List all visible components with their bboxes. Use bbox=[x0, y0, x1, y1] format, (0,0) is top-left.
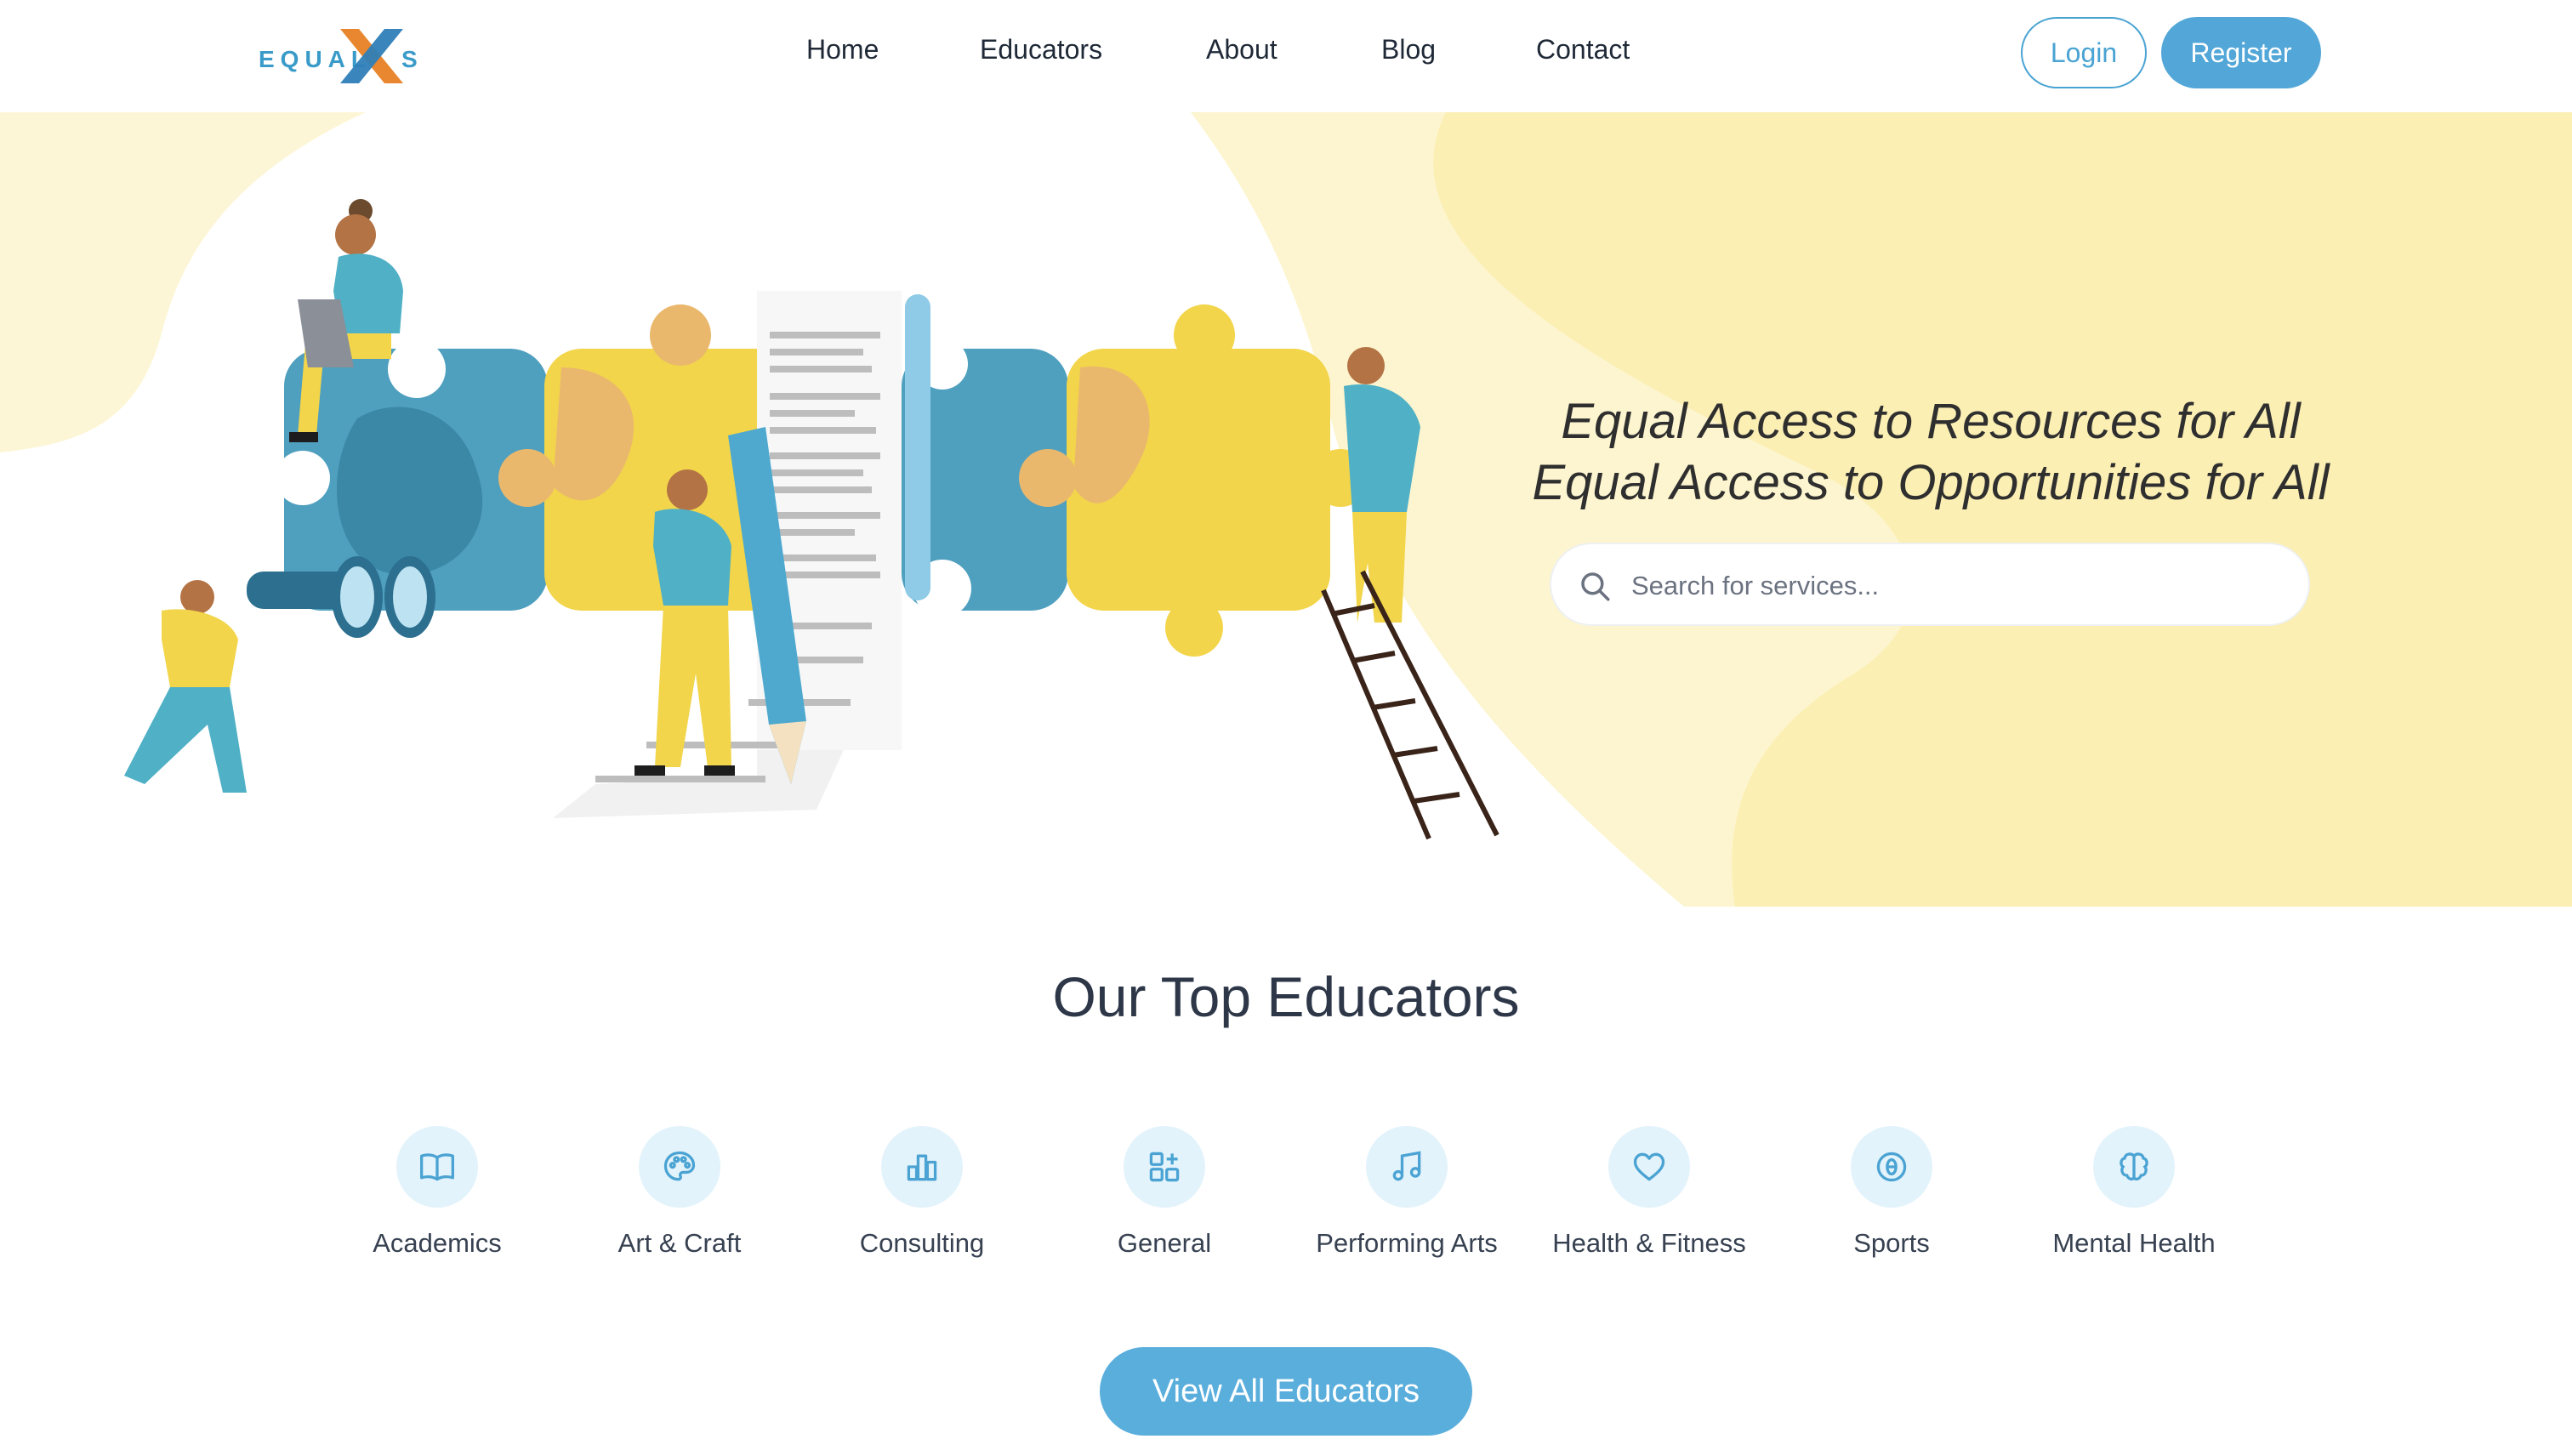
ball-icon bbox=[1876, 1152, 1907, 1182]
nav-about[interactable]: About bbox=[1206, 34, 1277, 65]
nav-home[interactable]: Home bbox=[806, 34, 879, 65]
tagline-opportunities: Equal Access to Opportunities for All bbox=[1532, 455, 2330, 510]
service-search-bar bbox=[1550, 543, 2310, 626]
category-academics[interactable]: Academics bbox=[327, 1126, 548, 1279]
search-icon[interactable] bbox=[1577, 568, 1613, 604]
category-label: Health & Fitness bbox=[1552, 1228, 1746, 1258]
tagline-resources: Equal Access to Resources for All bbox=[1561, 394, 2301, 449]
search-input[interactable] bbox=[1631, 556, 2278, 616]
category-mental-health[interactable]: Mental Health bbox=[2023, 1126, 2245, 1279]
view-all-educators-button[interactable]: View All Educators bbox=[1100, 1347, 1472, 1436]
category-general[interactable]: General bbox=[1054, 1126, 1275, 1279]
category-health-fitness[interactable]: Health & Fitness bbox=[1539, 1126, 1760, 1279]
brain-icon bbox=[2120, 1152, 2148, 1181]
category-consulting[interactable]: Consulting bbox=[811, 1126, 1033, 1279]
puzzle-teamwork-illustration bbox=[124, 199, 1499, 840]
category-label: Art & Craft bbox=[617, 1228, 742, 1258]
heart-icon bbox=[1633, 1152, 1665, 1181]
bar-chart-icon bbox=[907, 1154, 937, 1181]
category-label: Sports bbox=[1853, 1228, 1930, 1258]
category-label: Mental Health bbox=[2052, 1228, 2216, 1258]
grid-plus-icon bbox=[1149, 1152, 1180, 1182]
hero-section: Equal Access to Resources for All Equal … bbox=[0, 112, 2572, 907]
book-icon bbox=[420, 1153, 454, 1181]
category-label: Academics bbox=[373, 1228, 502, 1258]
category-label: Performing Arts bbox=[1316, 1228, 1498, 1258]
nav-educators[interactable]: Educators bbox=[980, 34, 1102, 65]
category-label: Consulting bbox=[859, 1228, 985, 1258]
category-sports[interactable]: Sports bbox=[1781, 1126, 2002, 1279]
nav-blog[interactable]: Blog bbox=[1381, 34, 1436, 65]
music-note-icon bbox=[1392, 1151, 1421, 1181]
top-educators-heading: Our Top Educators bbox=[1052, 965, 1520, 1028]
man-with-binoculars bbox=[124, 556, 435, 793]
category-art-craft[interactable]: Art & Craft bbox=[569, 1126, 790, 1279]
educator-categories: Academics Art & Craft Consulting General bbox=[0, 1126, 2572, 1279]
login-button[interactable]: Login bbox=[2021, 17, 2147, 88]
top-navbar: EQUAL S Home Educators About Blog Contac… bbox=[0, 0, 2572, 112]
category-label: General bbox=[1117, 1228, 1212, 1258]
category-performing-arts[interactable]: Performing Arts bbox=[1296, 1126, 1517, 1279]
register-button[interactable]: Register bbox=[2161, 17, 2321, 88]
hero-tagline: Equal Access to Resources for All Equal … bbox=[1446, 391, 2416, 514]
palette-icon bbox=[663, 1151, 696, 1181]
nav-contact[interactable]: Contact bbox=[1536, 34, 1630, 65]
